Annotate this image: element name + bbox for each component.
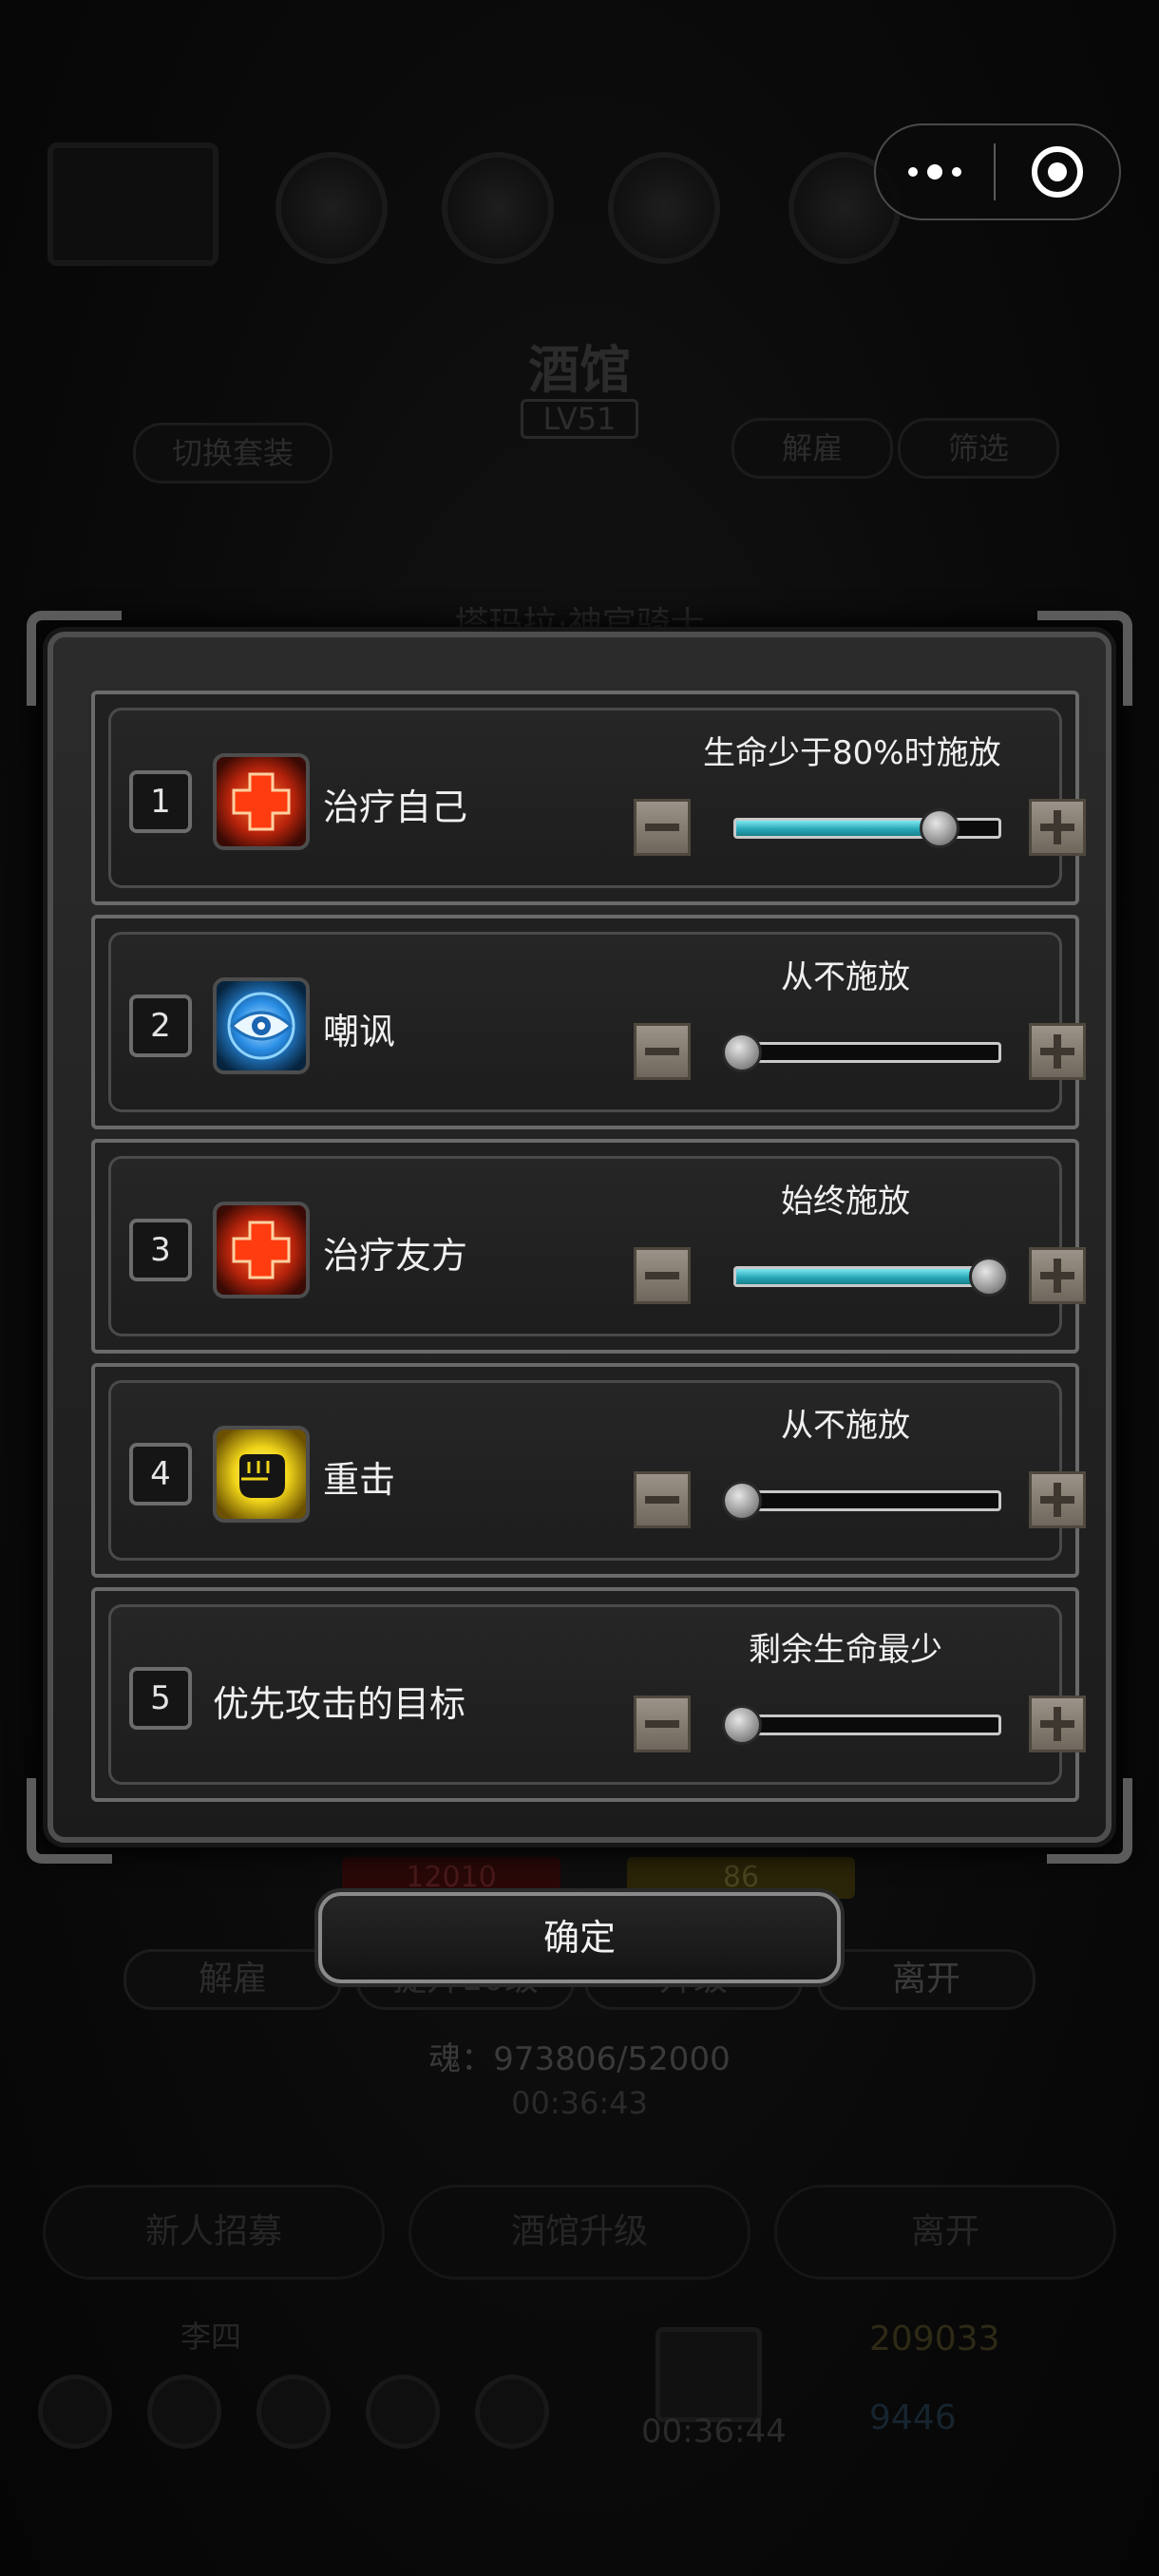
more-dots-icon[interactable]: [876, 125, 994, 218]
target-priority-label: 优先攻击的目标: [213, 1683, 466, 1725]
decrease-button[interactable]: [634, 1471, 691, 1528]
target-close-icon[interactable]: [996, 146, 1119, 198]
skill-number: 4: [129, 1443, 192, 1506]
miniprogram-capsule: [874, 123, 1121, 220]
cast-slider-knob[interactable]: [722, 1481, 762, 1521]
skill-number: 1: [129, 770, 192, 833]
target-condition: 剩余生命最少: [749, 1631, 942, 1669]
eye-taunt-icon: [213, 977, 310, 1074]
skill-row: 1 治疗自己 生命少于80%时施放: [91, 691, 1086, 905]
skill-number: 3: [129, 1219, 192, 1281]
increase-button[interactable]: [1029, 1471, 1086, 1528]
cast-condition: 从不施放: [781, 1407, 910, 1445]
skill-number: 2: [129, 994, 192, 1057]
screen: 酒馆 LV51 切换套装 解雇 筛选 塔玛拉·神官骑士 12010 86 解雇 …: [0, 0, 1159, 2576]
cast-slider-knob[interactable]: [722, 1032, 762, 1072]
increase-button[interactable]: [1029, 1695, 1086, 1752]
bottom-menu-icon: [38, 2375, 112, 2449]
skill-name: 重击: [323, 1459, 396, 1501]
bottom-menu-icon: [256, 2375, 331, 2449]
skill-row: 4 重击 从不施放: [91, 1363, 1086, 1578]
cast-slider-knob[interactable]: [920, 808, 960, 848]
bg-level: LV51: [521, 399, 638, 439]
cast-slider-track[interactable]: [733, 818, 1001, 839]
skill-row: 3 治疗友方 始终施放: [91, 1139, 1086, 1354]
skill-name: 治疗自己: [323, 786, 468, 828]
bg-timer-bottom: 00:36:44: [641, 2413, 787, 2451]
bottom-menu-icon: [147, 2375, 221, 2449]
skill-settings-dialog: 1 治疗自己 生命少于80%时施放 2 嘲讽 从不施放 3 治疗友方 始终施放 …: [27, 611, 1132, 1864]
fist-strike-icon: [213, 1426, 310, 1523]
bg-bottom-button: 新人招募: [43, 2185, 385, 2280]
skill-number: 5: [129, 1667, 192, 1730]
skill-name: 嘲讽: [323, 1011, 396, 1052]
decrease-button[interactable]: [634, 799, 691, 856]
soul-counter: 魂：973806/52000: [428, 2040, 731, 2078]
increase-button[interactable]: [1029, 799, 1086, 856]
bg-player-name: 李四: [180, 2319, 242, 2355]
increase-button[interactable]: [1029, 1023, 1086, 1080]
gem-amount: 9446: [869, 2398, 957, 2437]
target-priority-row: 5 优先攻击的目标 剩余生命最少: [91, 1587, 1086, 1802]
gift-box-icon: [656, 2327, 762, 2422]
bg-tab: 解雇: [732, 418, 893, 479]
bg-title: 酒馆: [528, 340, 631, 400]
bg-switch-set: 切换套装: [133, 423, 332, 483]
target-slider-track[interactable]: [733, 1714, 1001, 1735]
cast-slider-fill: [736, 1269, 998, 1284]
gold-amount: 209033: [869, 2320, 1000, 2358]
skill-row: 2 嘲讽 从不施放: [91, 915, 1086, 1129]
bg-action-button: 解雇: [124, 1949, 342, 2010]
bg-tab: 筛选: [898, 418, 1059, 479]
bg-timer: 00:36:43: [511, 2085, 648, 2121]
increase-button[interactable]: [1029, 1247, 1086, 1304]
decrease-button[interactable]: [634, 1023, 691, 1080]
cast-condition: 始终施放: [781, 1183, 910, 1221]
skill-name: 治疗友方: [323, 1235, 468, 1277]
bg-bottom-button: 酒馆升级: [408, 2185, 750, 2280]
cast-slider-knob[interactable]: [969, 1257, 1009, 1297]
heal-cross-icon: [213, 1202, 310, 1298]
bg-action-button: 离开: [817, 1949, 1036, 2010]
portrait-frame: [48, 142, 218, 266]
target-slider-knob[interactable]: [722, 1705, 762, 1745]
bg-bottom-button: 离开: [774, 2185, 1116, 2280]
cast-slider-fill: [736, 821, 946, 836]
heal-cross-icon: [213, 753, 310, 850]
bottom-menu-icon: [366, 2375, 440, 2449]
skill-slot-icon: [276, 152, 388, 264]
skill-slot-icon: [608, 152, 720, 264]
cast-condition: 生命少于80%时施放: [703, 734, 1001, 772]
decrease-button[interactable]: [634, 1695, 691, 1752]
skill-slot-icon: [442, 152, 554, 264]
cast-condition: 从不施放: [781, 958, 910, 996]
bottom-menu-icon: [475, 2375, 549, 2449]
cast-slider-track[interactable]: [733, 1266, 1001, 1287]
cast-slider-track[interactable]: [733, 1490, 1001, 1511]
cast-slider-track[interactable]: [733, 1042, 1001, 1063]
decrease-button[interactable]: [634, 1247, 691, 1304]
confirm-button[interactable]: 确定: [318, 1892, 841, 1983]
